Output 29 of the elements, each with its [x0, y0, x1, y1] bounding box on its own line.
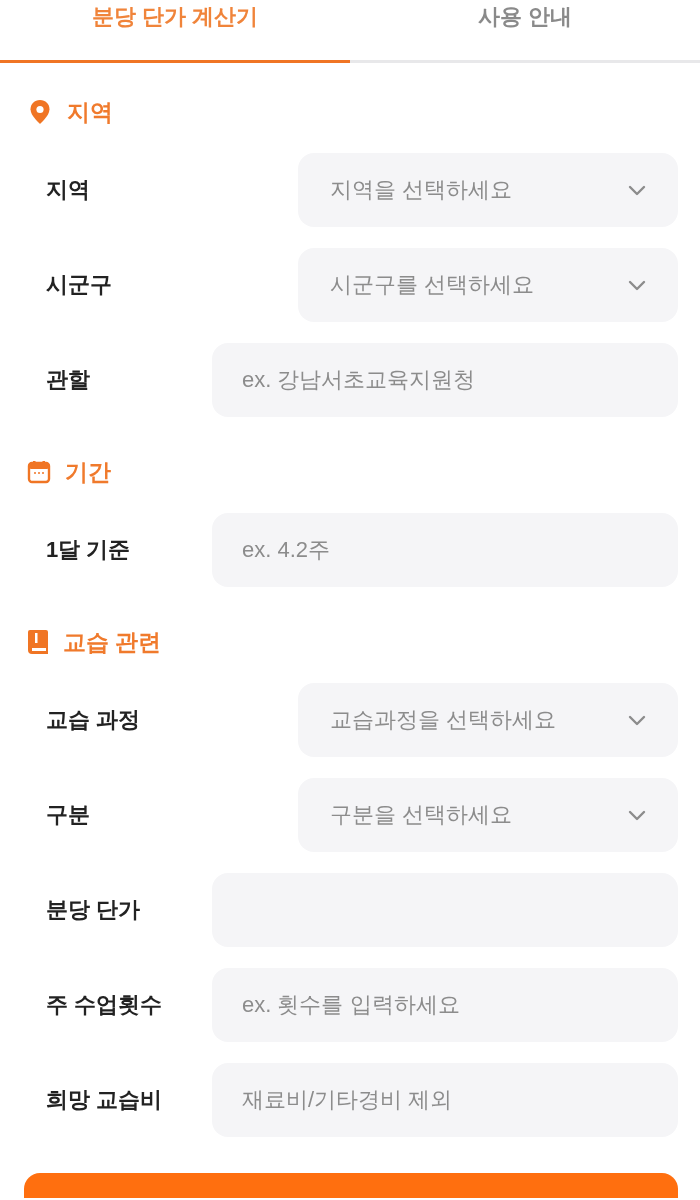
field-label: 교습 과정	[46, 706, 142, 734]
field-label: 시군구	[46, 271, 113, 299]
section-title: 기간	[65, 458, 111, 487]
dropdown-field[interactable]: 교습과정을 선택하세요	[298, 683, 678, 757]
field-label: 희망 교습비	[46, 1086, 164, 1114]
dropdown-field[interactable]: 구분을 선택하세요	[298, 778, 678, 852]
field-label: 분당 단가	[46, 896, 142, 924]
action-button[interactable]	[24, 1173, 678, 1198]
calendar-icon	[27, 460, 51, 484]
field-label: 구분	[46, 801, 91, 829]
dropdown-field[interactable]: 지역을 선택하세요	[298, 153, 678, 227]
input-field[interactable]: ex. 4.2주	[212, 513, 678, 587]
chevron-down-icon	[628, 809, 646, 821]
chevron-down-icon	[628, 279, 646, 291]
chevron-down-icon	[628, 184, 646, 196]
tab[interactable]: 분당 단가 계산기	[0, 0, 350, 63]
section-title: 지역	[67, 98, 113, 127]
field-label: 지역	[46, 176, 91, 204]
chevron-down-icon	[628, 714, 646, 726]
input-field[interactable]: ex. 횟수를 입력하세요	[212, 968, 678, 1042]
dropdown-field[interactable]: 시군구를 선택하세요	[298, 248, 678, 322]
book-icon	[27, 629, 49, 655]
input-field[interactable]: ex. 강남서초교육지원청	[212, 343, 678, 417]
field-label: 1달 기준	[46, 536, 132, 564]
field-label: 관할	[46, 366, 91, 394]
field-label: 주 수업횟수	[46, 991, 164, 1019]
tab[interactable]: 사용 안내	[350, 0, 700, 63]
section-title: 교습 관련	[63, 628, 162, 657]
input-field[interactable]: 재료비/기타경비 제외	[212, 1063, 678, 1137]
